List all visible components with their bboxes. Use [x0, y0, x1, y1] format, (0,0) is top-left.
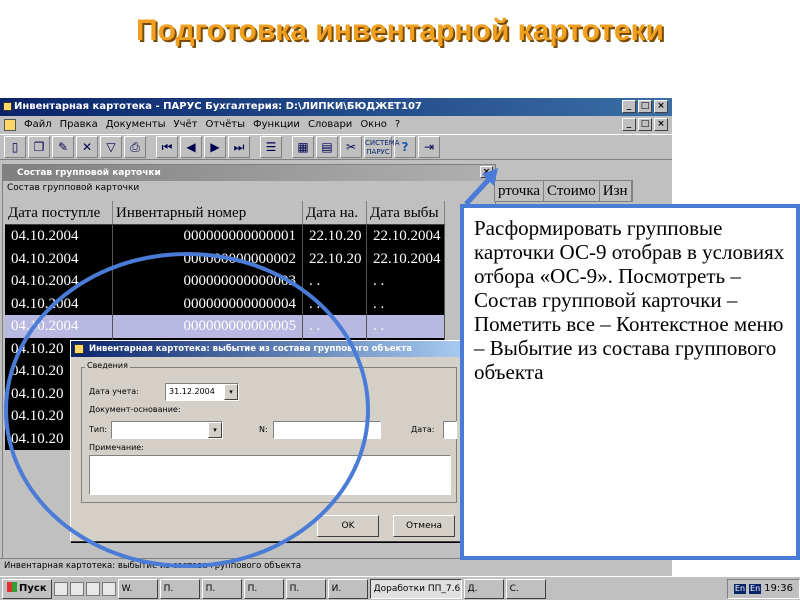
- menu-window[interactable]: Окно: [356, 116, 391, 134]
- menubar: Файл Правка Документы Учёт Отчёты Функци…: [0, 116, 672, 134]
- edit-icon[interactable]: ✎: [52, 136, 74, 158]
- menu-dictionaries[interactable]: Словари: [304, 116, 356, 134]
- filter-icon[interactable]: ▽: [100, 136, 122, 158]
- folder-icon[interactable]: [85, 581, 100, 596]
- windows-logo-icon: [7, 581, 17, 592]
- task-button[interactable]: W.: [117, 578, 158, 599]
- date-doc-label: Дата:: [411, 425, 435, 434]
- group-card-titlebar: Состав групповой карточки ×: [3, 165, 495, 181]
- menu-reports[interactable]: Отчёты: [202, 116, 249, 134]
- clock[interactable]: 19:36: [764, 580, 793, 598]
- task-button[interactable]: И.: [327, 578, 368, 599]
- table-icon[interactable]: ▤: [316, 136, 338, 158]
- delete-icon[interactable]: ✕: [76, 136, 98, 158]
- desktop-icon[interactable]: [53, 581, 68, 596]
- exit-icon[interactable]: ⇥: [418, 136, 440, 158]
- parus-brand-icon[interactable]: СИСТЕМА ПАРУС: [364, 136, 400, 158]
- mdi-minimize-button[interactable]: _: [622, 118, 636, 131]
- task-button[interactable]: П.: [159, 578, 200, 599]
- prev-record-icon[interactable]: ◀: [180, 136, 202, 158]
- new-document-icon[interactable]: ▯: [4, 136, 26, 158]
- list-icon[interactable]: ☰: [260, 136, 282, 158]
- taskbar: Пуск W. П. П. П. П. И. Доработки ПП_7.6.…: [0, 576, 800, 600]
- mdi-restore-button[interactable]: □: [638, 118, 652, 131]
- instruction-callout: Расформировать групповые карточки ОС-9 о…: [460, 204, 800, 560]
- tools-icon[interactable]: ✂: [340, 136, 362, 158]
- menu-documents[interactable]: Документы: [102, 116, 170, 134]
- menu-help[interactable]: ?: [391, 116, 404, 134]
- task-button[interactable]: П.: [243, 578, 284, 599]
- column-header[interactable]: Дата выбы: [367, 201, 445, 224]
- table-row[interactable]: 04.10.2004 000000000000001 22.10.20 22.10.2…: [5, 225, 445, 248]
- cancel-button[interactable]: Отмена: [393, 515, 455, 537]
- menu-functions[interactable]: Функции: [249, 116, 304, 134]
- highlight-circle: [4, 252, 370, 568]
- print-icon[interactable]: ⎙: [124, 136, 146, 158]
- slide-title: Подготовка инвентарной картотеки: [136, 14, 664, 47]
- document-icon[interactable]: [4, 119, 16, 131]
- mail-icon[interactable]: [101, 581, 116, 596]
- date-doc-field[interactable]: [443, 421, 457, 439]
- group-card-caption: Состав групповой карточки: [7, 183, 140, 193]
- copy-icon[interactable]: ❐: [28, 136, 50, 158]
- minimize-button[interactable]: _: [622, 100, 636, 113]
- right-table-header: рточка Стоимо Изн: [494, 180, 633, 202]
- menu-edit[interactable]: Правка: [56, 116, 102, 134]
- menu-accounting[interactable]: Учёт: [170, 116, 202, 134]
- callout-arrow-icon: [464, 168, 498, 206]
- ok-button[interactable]: OK: [317, 515, 379, 537]
- mdi-close-button[interactable]: ×: [654, 118, 668, 131]
- app-icon: [3, 102, 12, 111]
- system-tray: En En 19:36: [726, 578, 800, 599]
- column-header[interactable]: Стоимо: [544, 181, 600, 201]
- first-record-icon[interactable]: ⏮: [156, 136, 178, 158]
- group-card-title: Состав групповой карточки: [17, 168, 161, 178]
- task-button[interactable]: Д.: [463, 578, 504, 599]
- start-button[interactable]: Пуск: [2, 578, 52, 599]
- column-header[interactable]: Дата поступле: [5, 201, 113, 224]
- calculator-icon[interactable]: ▦: [292, 136, 314, 158]
- app-title: Инвентарная картотека - ПАРУС Бухгалтери…: [14, 101, 422, 112]
- close-button[interactable]: ×: [654, 100, 668, 113]
- column-header[interactable]: Изн: [600, 181, 632, 201]
- column-header[interactable]: Инвентарный номер: [113, 201, 303, 224]
- app-titlebar: Инвентарная картотека - ПАРУС Бухгалтери…: [0, 98, 672, 116]
- language-indicator[interactable]: En: [749, 583, 762, 594]
- table-header: Дата поступле Инвентарный номер Дата на.…: [5, 201, 445, 225]
- status-bar: Инвентарная картотека: выбытие из состав…: [0, 558, 670, 572]
- task-button[interactable]: С.: [505, 578, 546, 599]
- next-record-icon[interactable]: ▶: [204, 136, 226, 158]
- column-header[interactable]: Дата на.: [303, 201, 367, 224]
- language-indicator[interactable]: En: [733, 583, 747, 594]
- active-task-button[interactable]: Доработки ПП_7.6.3.ppt: [369, 578, 462, 599]
- browser-icon[interactable]: [69, 581, 84, 596]
- maximize-button[interactable]: □: [638, 100, 652, 113]
- toolbar: ▯ ❐ ✎ ✕ ▽ ⎙ ⏮ ◀ ▶ ⏭ ☰ ▦ ▤ ✂ СИСТЕМА ПАРУ…: [0, 134, 672, 160]
- menu-file[interactable]: Файл: [20, 116, 56, 134]
- help-icon[interactable]: ?: [394, 136, 416, 158]
- task-button[interactable]: П.: [285, 578, 326, 599]
- task-button[interactable]: П.: [201, 578, 242, 599]
- last-record-icon[interactable]: ⏭: [228, 136, 250, 158]
